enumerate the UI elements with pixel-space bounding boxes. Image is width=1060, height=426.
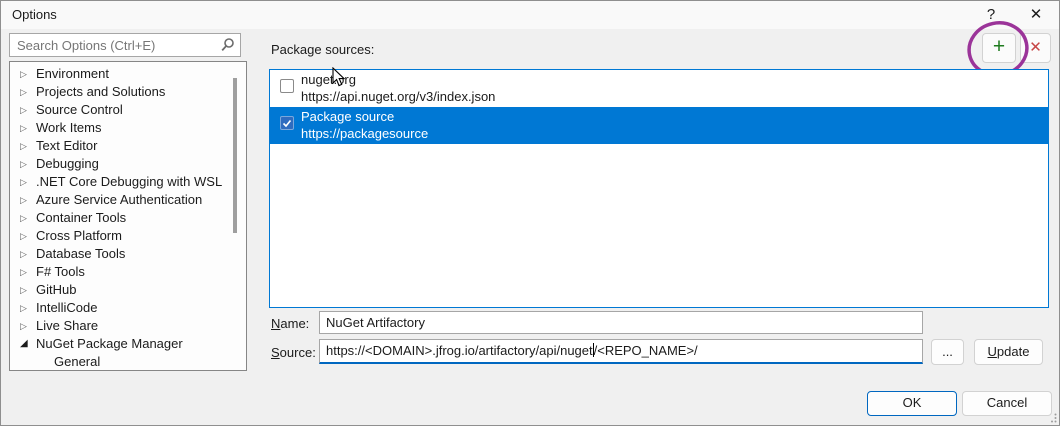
tree-item-label: Text Editor: [36, 138, 98, 153]
package-source-url: https://api.nuget.org/v3/index.json: [301, 89, 496, 104]
collapse-arrow-icon[interactable]: ▷: [20, 173, 36, 191]
package-source-row-package-source[interactable]: Package source https://packagesource: [270, 107, 1048, 144]
window-title: Options: [12, 7, 57, 22]
collapse-arrow-icon[interactable]: ▷: [20, 209, 36, 227]
expand-arrow-icon[interactable]: ◢: [20, 335, 36, 353]
tree-item-azure-service-authentication[interactable]: ▷ Azure Service Authentication: [10, 191, 246, 209]
checkbox-unchecked[interactable]: [280, 79, 294, 93]
resize-grip[interactable]: [1047, 413, 1057, 423]
tree-item-database-tools[interactable]: ▷ Database Tools: [10, 245, 246, 263]
update-label-mnemonic: U: [987, 344, 997, 359]
options-tree: ▷ Environment ▷ Projects and Solutions ▷ So…: [9, 61, 247, 371]
tree-item-fsharp-tools[interactable]: ▷ F# Tools: [10, 263, 246, 281]
collapse-arrow-icon[interactable]: ▷: [20, 191, 36, 209]
x-icon: ✕: [1029, 39, 1042, 56]
remove-source-button[interactable]: ✕: [1020, 33, 1051, 63]
package-source-url: https://packagesource: [301, 126, 429, 141]
package-source-name: Package source: [301, 109, 395, 124]
collapse-arrow-icon[interactable]: ▷: [20, 245, 36, 263]
collapse-arrow-icon[interactable]: ▷: [20, 263, 36, 281]
collapse-arrow-icon[interactable]: ▷: [20, 299, 36, 317]
checkmark-icon: [282, 119, 292, 128]
tree-item-label: IntelliCode: [36, 300, 98, 315]
tree-item-label: General: [54, 354, 101, 369]
update-button[interactable]: Update: [974, 339, 1043, 365]
tree-scrollbar[interactable]: [233, 62, 243, 370]
tree-item-label: Work Items: [36, 120, 102, 135]
tree-item-nuget-package-manager[interactable]: ◢ NuGet Package Manager: [10, 335, 246, 353]
search-input[interactable]: [10, 34, 218, 56]
tree-item-projects-and-solutions[interactable]: ▷ Projects and Solutions: [10, 83, 246, 101]
name-input[interactable]: [319, 311, 923, 334]
name-label-rest: ame:: [280, 316, 310, 331]
collapse-arrow-icon[interactable]: ▷: [20, 155, 36, 173]
package-sources-list: nuget.org https://api.nuget.org/v3/index…: [269, 69, 1049, 308]
checkbox-checked[interactable]: [280, 116, 294, 130]
title-bar: Options ? ✕: [1, 1, 1059, 29]
collapse-arrow-icon[interactable]: ▷: [20, 317, 36, 335]
tree-item-github[interactable]: ▷ GitHub: [10, 281, 246, 299]
tree-item-label: Live Share: [36, 318, 99, 333]
help-icon[interactable]: ?: [978, 4, 1004, 26]
name-label-mnemonic: N: [271, 316, 281, 331]
tree-item-label: NuGet Package Manager: [36, 336, 183, 351]
source-label-rest: ource:: [279, 345, 316, 360]
tree-item-debugging[interactable]: ▷ Debugging: [10, 155, 246, 173]
plus-icon: +: [992, 35, 1006, 58]
tree-item-label: Environment: [36, 66, 109, 81]
tree-item-label: Azure Service Authentication: [36, 192, 203, 207]
tree-item-container-tools[interactable]: ▷ Container Tools: [10, 209, 246, 227]
tree-item-label: Cross Platform: [36, 228, 122, 243]
tree-item-general[interactable]: General: [10, 353, 246, 370]
tree-item-source-control[interactable]: ▷ Source Control: [10, 101, 246, 119]
ok-button[interactable]: OK: [867, 391, 957, 416]
add-source-button[interactable]: +: [982, 33, 1016, 63]
browse-button[interactable]: ...: [931, 339, 964, 365]
source-input[interactable]: https://<DOMAIN>.jfrog.io/artifactory/ap…: [319, 339, 923, 364]
collapse-arrow-icon[interactable]: ▷: [20, 281, 36, 299]
collapse-arrow-icon[interactable]: ▷: [20, 83, 36, 101]
tree-item-label: Container Tools: [36, 210, 127, 225]
tree-item-label: GitHub: [36, 282, 77, 297]
package-sources-label: Package sources:: [271, 42, 375, 57]
cancel-button[interactable]: Cancel: [962, 391, 1052, 416]
source-value-before-caret: https://<DOMAIN>.jfrog.io/artifactory/ap…: [326, 343, 593, 358]
tree-item-label: Source Control: [36, 102, 123, 117]
tree-item-label: Database Tools: [36, 246, 126, 261]
tree-item-environment[interactable]: ▷ Environment: [10, 65, 246, 83]
tree-item-label: Debugging: [36, 156, 99, 171]
source-value-after-caret: /<REPO_NAME>/: [593, 343, 698, 358]
collapse-arrow-icon[interactable]: ▷: [20, 119, 36, 137]
collapse-arrow-icon[interactable]: ▷: [20, 227, 36, 245]
tree-item-intellicode[interactable]: ▷ IntelliCode: [10, 299, 246, 317]
package-source-row-nuget-org[interactable]: nuget.org https://api.nuget.org/v3/index…: [270, 70, 1048, 107]
source-label-mnemonic: S: [271, 345, 280, 360]
tree-item-label: Projects and Solutions: [36, 84, 166, 99]
source-label: Source:: [271, 345, 316, 360]
tree-item-live-share[interactable]: ▷ Live Share: [10, 317, 246, 335]
options-dialog: Options ? ✕ ▷Environment ▷Projects and S…: [0, 0, 1060, 426]
tree-item-label: .NET Core Debugging with WSL: [36, 174, 223, 189]
close-icon[interactable]: ✕: [1023, 4, 1049, 26]
update-label-rest: pdate: [996, 344, 1030, 359]
tree-item-work-items[interactable]: ▷ Work Items: [10, 119, 246, 137]
search-box: [9, 33, 241, 57]
name-label: Name:: [271, 316, 309, 331]
tree-item-text-editor[interactable]: ▷ Text Editor: [10, 137, 246, 155]
collapse-arrow-icon[interactable]: ▷: [20, 101, 36, 119]
tree-scrollbar-thumb[interactable]: [233, 78, 237, 233]
tree-item-label: F# Tools: [36, 264, 85, 279]
search-icon: [221, 38, 234, 52]
package-source-name: nuget.org: [301, 72, 356, 87]
tree-item-cross-platform[interactable]: ▷ Cross Platform: [10, 227, 246, 245]
tree-item-net-core-debugging-wsl[interactable]: ▷ .NET Core Debugging with WSL: [10, 173, 246, 191]
collapse-arrow-icon[interactable]: ▷: [20, 65, 36, 83]
collapse-arrow-icon[interactable]: ▷: [20, 137, 36, 155]
